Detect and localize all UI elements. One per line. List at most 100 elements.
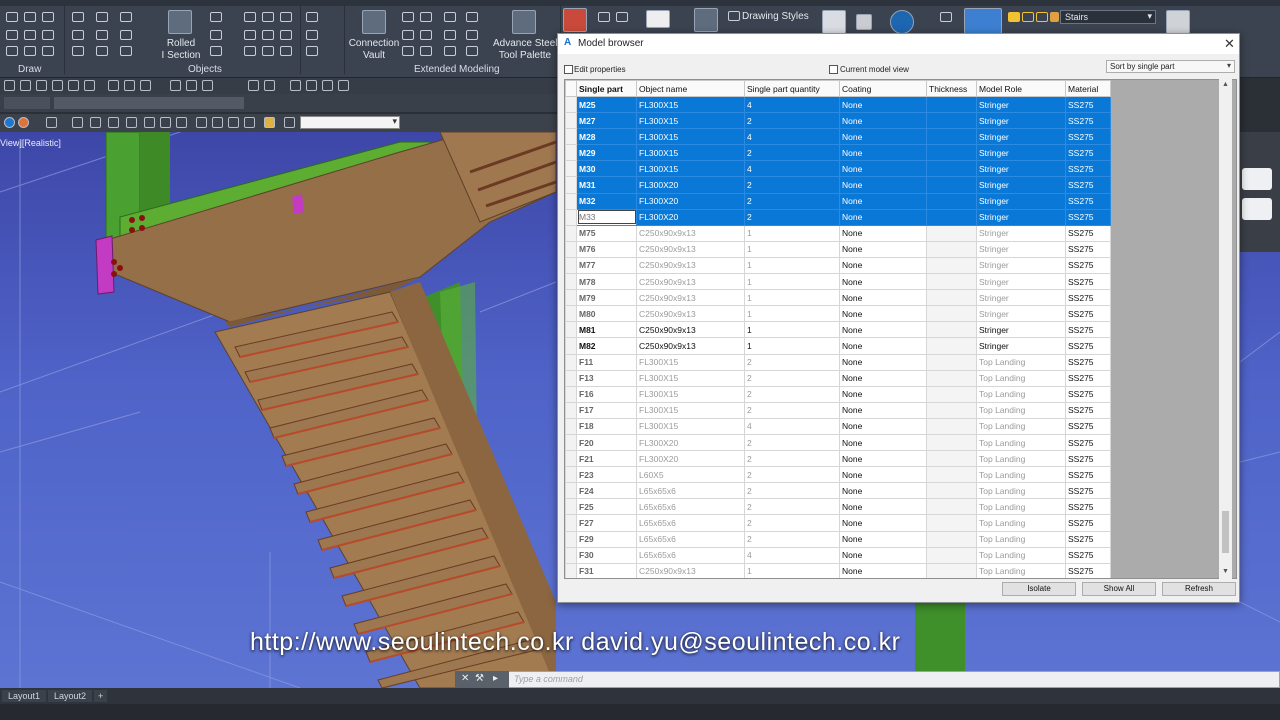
row-header[interactable] (565, 401, 577, 419)
cell-model-role[interactable]: Top Landing (976, 385, 1066, 403)
lock-icon[interactable] (444, 30, 456, 40)
purlin-icon[interactable] (262, 12, 274, 22)
cell-single-part[interactable]: F18 (576, 417, 637, 435)
row-header[interactable] (565, 176, 577, 194)
table-row[interactable]: F20 FL300X20 2 None Top Landing SS275 (565, 433, 1111, 452)
cell-object-name[interactable]: C250x90x9x13 (636, 273, 745, 291)
cell-single-part[interactable]: M82 (576, 337, 637, 355)
table-row[interactable]: F17 FL300X15 2 None Top Landing SS275 (565, 401, 1111, 419)
column-header[interactable]: Material (1065, 80, 1111, 97)
cell-single-part[interactable]: M30 (576, 160, 637, 178)
cube-left-icon[interactable] (108, 117, 119, 128)
cell-single-part[interactable]: M78 (576, 273, 637, 291)
line-icon[interactable] (6, 12, 18, 22)
row-header[interactable] (565, 160, 577, 178)
osnap-midpoint-icon[interactable] (20, 80, 31, 91)
cell-coating[interactable]: None (839, 224, 927, 242)
cell-object-name[interactable]: C250x90x9x13 (636, 289, 745, 307)
cell-thickness[interactable] (926, 305, 977, 323)
row-header[interactable] (565, 546, 577, 564)
node-icon[interactable] (120, 12, 132, 22)
cell-coating[interactable]: None (839, 112, 927, 130)
cell-model-role[interactable]: Top Landing (976, 546, 1066, 564)
table-row[interactable]: M75 C250x90x9x13 1 None Stringer SS275 (565, 224, 1111, 242)
column-header[interactable]: Object name (636, 80, 745, 97)
plate-icon[interactable] (210, 30, 222, 40)
cell-model-role[interactable]: Top Landing (976, 417, 1066, 435)
cell-quantity[interactable]: 2 (744, 498, 840, 516)
view-side-icon[interactable] (202, 80, 213, 91)
arc-icon[interactable] (42, 12, 54, 22)
cell-model-role[interactable]: Stringer (976, 176, 1066, 194)
cell-quantity[interactable]: 2 (744, 466, 840, 484)
row-header[interactable] (565, 498, 577, 516)
cell-material[interactable]: SS275 (1065, 95, 1111, 114)
row-header[interactable] (565, 530, 577, 548)
cell-model-role[interactable]: Top Landing (976, 482, 1066, 500)
cell-object-name[interactable]: C250x90x9x13 (636, 305, 745, 323)
cell-coating[interactable]: None (839, 433, 927, 452)
cell-model-role[interactable]: Top Landing (976, 433, 1066, 452)
iso-se-icon[interactable] (212, 117, 223, 128)
table-row[interactable]: F11 FL300X15 2 None Top Landing SS275 (565, 353, 1111, 371)
brace-icon[interactable] (280, 12, 292, 22)
cell-quantity[interactable]: 4 (744, 160, 840, 178)
cell-model-role[interactable]: Stringer (976, 144, 1066, 162)
cell-single-part[interactable]: F24 (576, 482, 637, 500)
section-icon[interactable] (338, 80, 349, 91)
cell-coating[interactable]: None (839, 514, 927, 532)
shorten-icon[interactable] (244, 46, 256, 56)
cell-coating[interactable]: None (839, 176, 927, 194)
row-header[interactable] (565, 224, 577, 242)
cell-thickness[interactable] (926, 546, 977, 564)
cell-coating[interactable]: None (839, 369, 927, 387)
grid-icon[interactable] (72, 12, 84, 22)
cell-material[interactable]: SS275 (1065, 562, 1111, 578)
column-header[interactable]: Thickness (926, 80, 977, 97)
lightbulb-icon[interactable] (1008, 12, 1020, 22)
model-browser-grid[interactable]: Single part Object name Single part quan… (564, 79, 1237, 579)
cell-model-role[interactable]: Stringer (976, 256, 1066, 275)
cell-quantity[interactable]: 4 (744, 546, 840, 564)
spline-icon[interactable] (6, 30, 18, 40)
cell-object-name[interactable]: FL300X15 (636, 401, 745, 419)
cube-right-icon[interactable] (126, 117, 137, 128)
cell-single-part[interactable]: M32 (576, 192, 637, 210)
cell-quantity[interactable]: 2 (744, 530, 840, 548)
cell-coating[interactable]: None (839, 450, 927, 468)
cell-quantity[interactable]: 4 (744, 417, 840, 435)
cell-object-name[interactable]: FL300X15 (636, 144, 745, 162)
cell-thickness[interactable] (926, 112, 977, 130)
row-header[interactable] (565, 514, 577, 532)
cell-quantity[interactable]: 1 (744, 240, 840, 258)
cell-model-role[interactable]: Top Landing (976, 450, 1066, 468)
cell-model-role[interactable]: Stringer (976, 128, 1066, 146)
row-header[interactable] (565, 562, 577, 578)
viewport-label[interactable]: View][Realistic] (0, 138, 61, 148)
cell-coating[interactable]: None (839, 353, 927, 371)
row-header[interactable] (565, 112, 577, 130)
close-icon[interactable]: ✕ (1224, 36, 1235, 52)
ellipse-icon[interactable] (24, 46, 36, 56)
cell-thickness[interactable] (926, 176, 977, 194)
house-icon[interactable] (444, 12, 456, 22)
isolate-button[interactable]: Isolate (1002, 582, 1076, 596)
cell-material[interactable]: SS275 (1065, 192, 1111, 210)
cell-thickness[interactable] (926, 498, 977, 516)
cell-object-name[interactable]: L65x65x6 (636, 530, 745, 548)
cell-object-name[interactable]: L65x65x6 (636, 498, 745, 516)
table-row[interactable]: M31 FL300X20 2 None Stringer SS275 (565, 176, 1111, 194)
layer-manager-icon[interactable] (964, 8, 1002, 34)
cell-quantity[interactable]: 4 (744, 128, 840, 146)
check-icon[interactable] (598, 12, 610, 22)
cell-object-name[interactable]: FL300X15 (636, 160, 745, 178)
cell-object-name[interactable]: C250x90x9x13 (636, 224, 745, 242)
move-icon[interactable] (72, 30, 84, 40)
cell-coating[interactable]: None (839, 466, 927, 484)
cell-material[interactable]: SS275 (1065, 337, 1111, 355)
snap-icon[interactable] (96, 12, 108, 22)
table-row[interactable]: M81 C250x90x9x13 1 None Stringer SS275 (565, 321, 1111, 339)
cell-single-part[interactable]: F17 (576, 401, 637, 419)
cell-object-name[interactable]: FL300X20 (636, 192, 745, 210)
cell-thickness[interactable] (926, 273, 977, 291)
